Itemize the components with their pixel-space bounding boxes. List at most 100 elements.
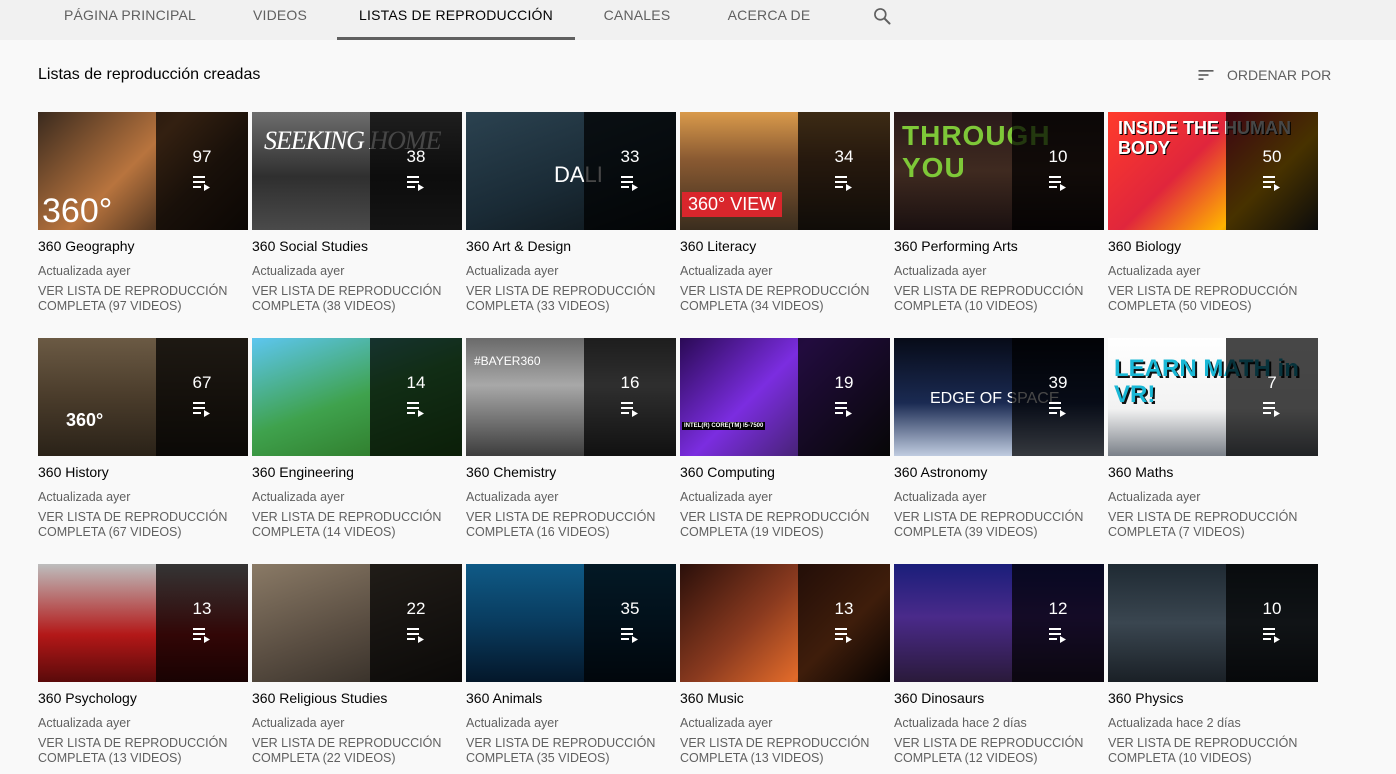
playlist-thumbnail[interactable]: DALI 33	[466, 112, 676, 230]
view-full-playlist-link[interactable]: Ver lista de reproducción completa (50 v…	[1108, 284, 1318, 314]
playlist-thumbnail[interactable]: 360° VIEW 34	[680, 112, 890, 230]
playlist-updated: Actualizada ayer	[252, 490, 345, 504]
view-full-playlist-link[interactable]: Ver lista de reproducción completa (67 v…	[38, 510, 248, 540]
playlist-title[interactable]: 360 Art & Design	[466, 238, 676, 254]
playlist-icon	[193, 175, 211, 191]
playlist-title[interactable]: 360 Biology	[1108, 238, 1318, 254]
playlist-card: 13 360 Psychology Actualizada ayer Ver l…	[38, 564, 248, 774]
playlist-thumbnail[interactable]: 13	[38, 564, 248, 682]
section-title: Listas de reproducción creadas	[38, 66, 261, 83]
view-full-playlist-link[interactable]: Ver lista de reproducción completa (33 v…	[466, 284, 676, 314]
playlist-title[interactable]: 360 Performing Arts	[894, 238, 1104, 254]
playlist-title[interactable]: 360 History	[38, 464, 248, 480]
playlist-card: 10 360 Physics Actualizada hace 2 días V…	[1108, 564, 1318, 774]
playlist-card: THROUGH YOU 10 360 Performing Arts Actua…	[894, 112, 1104, 322]
playlist-title[interactable]: 360 Computing	[680, 464, 890, 480]
video-count: 39	[1048, 373, 1068, 392]
playlist-title[interactable]: 360 Astronomy	[894, 464, 1104, 480]
playlist-updated: Actualizada ayer	[466, 490, 559, 504]
view-full-playlist-link[interactable]: Ver lista de reproducción completa (97 v…	[38, 284, 248, 314]
view-full-playlist-link[interactable]: Ver lista de reproducción completa (13 v…	[680, 736, 890, 766]
playlist-updated: Actualizada ayer	[1108, 490, 1201, 504]
playlist-updated: Actualizada ayer	[894, 490, 987, 504]
video-count: 13	[192, 599, 212, 618]
playlist-thumbnail[interactable]: 12	[894, 564, 1104, 682]
playlist-card: 13 360 Music Actualizada ayer Ver lista …	[680, 564, 890, 774]
playlist-updated: Actualizada ayer	[680, 716, 773, 730]
playlist-title[interactable]: 360 Music	[680, 690, 890, 706]
view-full-playlist-link[interactable]: Ver lista de reproducción completa (19 v…	[680, 510, 890, 540]
playlist-thumbnail[interactable]: LEARN MATH in VR! 7	[1108, 338, 1318, 456]
playlist-updated: Actualizada hace 2 días	[1108, 716, 1241, 730]
playlist-thumbnail[interactable]: 10	[1108, 564, 1318, 682]
playlist-title[interactable]: 360 Physics	[1108, 690, 1318, 706]
playlist-title[interactable]: 360 Literacy	[680, 238, 890, 254]
sort-label: Ordenar por	[1227, 67, 1332, 83]
tab-home[interactable]: Página principal	[49, 0, 211, 40]
view-full-playlist-link[interactable]: Ver lista de reproducción completa (7 vi…	[1108, 510, 1318, 540]
search-icon[interactable]	[872, 6, 892, 26]
playlist-thumbnail[interactable]: 13	[680, 564, 890, 682]
view-full-playlist-link[interactable]: Ver lista de reproducción completa (10 v…	[894, 284, 1104, 314]
playlist-card: 12 360 Dinosaurs Actualizada hace 2 días…	[894, 564, 1104, 774]
playlist-title[interactable]: 360 Psychology	[38, 690, 248, 706]
playlist-icon	[1049, 175, 1067, 191]
tab-channels[interactable]: Canales	[586, 0, 688, 40]
playlist-thumbnail[interactable]: INTEL(R) CORE(TM) I5-7500 19	[680, 338, 890, 456]
video-count: 34	[834, 147, 854, 166]
playlist-thumbnail[interactable]: #BAYER360 16	[466, 338, 676, 456]
playlist-icon	[835, 627, 853, 643]
playlist-icon	[1049, 627, 1067, 643]
playlist-title[interactable]: 360 Dinosaurs	[894, 690, 1104, 706]
playlist-thumbnail[interactable]: 360° 67	[38, 338, 248, 456]
playlist-thumbnail[interactable]: EDGE OF SPACE 39	[894, 338, 1104, 456]
playlist-updated: Actualizada ayer	[466, 716, 559, 730]
playlist-title[interactable]: 360 Engineering	[252, 464, 462, 480]
playlist-title[interactable]: 360 Maths	[1108, 464, 1318, 480]
video-count: 13	[834, 599, 854, 618]
video-count: 10	[1048, 147, 1068, 166]
tab-videos[interactable]: Videos	[236, 0, 324, 40]
video-count-overlay	[370, 112, 462, 230]
video-count: 35	[620, 599, 640, 618]
video-count: 22	[406, 599, 426, 618]
playlist-title[interactable]: 360 Chemistry	[466, 464, 676, 480]
playlist-title[interactable]: 360 Religious Studies	[252, 690, 462, 706]
playlist-card: 360° VIEW 34 360 Literacy Actualizada ay…	[680, 112, 890, 322]
video-count-overlay	[156, 112, 248, 230]
playlist-title[interactable]: 360 Geography	[38, 238, 248, 254]
view-full-playlist-link[interactable]: Ver lista de reproducción completa (10 v…	[1108, 736, 1318, 766]
view-full-playlist-link[interactable]: Ver lista de reproducción completa (39 v…	[894, 510, 1104, 540]
view-full-playlist-link[interactable]: Ver lista de reproducción completa (12 v…	[894, 736, 1104, 766]
sort-button[interactable]: Ordenar por	[1196, 64, 1331, 86]
playlist-icon	[1263, 401, 1281, 417]
view-full-playlist-link[interactable]: Ver lista de reproducción completa (13 v…	[38, 736, 248, 766]
video-count-overlay	[1012, 564, 1104, 682]
view-full-playlist-link[interactable]: Ver lista de reproducción completa (34 v…	[680, 284, 890, 314]
playlist-icon	[193, 401, 211, 417]
tab-playlists[interactable]: Listas de reproducción	[337, 0, 575, 40]
playlist-thumbnail[interactable]: 22	[252, 564, 462, 682]
view-full-playlist-link[interactable]: Ver lista de reproducción completa (16 v…	[466, 510, 676, 540]
view-full-playlist-link[interactable]: Ver lista de reproducción completa (14 v…	[252, 510, 462, 540]
playlist-thumbnail[interactable]: SEEKING HOME 38	[252, 112, 462, 230]
playlist-card: LEARN MATH in VR! 7 360 Maths Actualizad…	[1108, 338, 1318, 548]
view-full-playlist-link[interactable]: Ver lista de reproducción completa (38 v…	[252, 284, 462, 314]
sort-icon	[1198, 70, 1214, 80]
playlist-thumbnail[interactable]: 360° 97	[38, 112, 248, 230]
video-count-overlay	[1226, 112, 1318, 230]
playlist-thumbnail[interactable]: INSIDE THE HUMAN BODY 50	[1108, 112, 1318, 230]
playlist-thumbnail[interactable]: THROUGH YOU 10	[894, 112, 1104, 230]
playlist-card: EDGE OF SPACE 39 360 Astronomy Actualiza…	[894, 338, 1104, 548]
view-full-playlist-link[interactable]: Ver lista de reproducción completa (22 v…	[252, 736, 462, 766]
playlist-updated: Actualizada ayer	[252, 716, 345, 730]
playlist-updated: Actualizada ayer	[38, 716, 131, 730]
playlist-thumbnail[interactable]: 35	[466, 564, 676, 682]
video-count-overlay	[1012, 338, 1104, 456]
playlist-title[interactable]: 360 Social Studies	[252, 238, 462, 254]
view-full-playlist-link[interactable]: Ver lista de reproducción completa (35 v…	[466, 736, 676, 766]
playlist-title[interactable]: 360 Animals	[466, 690, 676, 706]
tab-about[interactable]: Acerca de	[712, 0, 826, 40]
playlist-thumbnail[interactable]: 14	[252, 338, 462, 456]
playlist-card: INTEL(R) CORE(TM) I5-7500 19 360 Computi…	[680, 338, 890, 548]
